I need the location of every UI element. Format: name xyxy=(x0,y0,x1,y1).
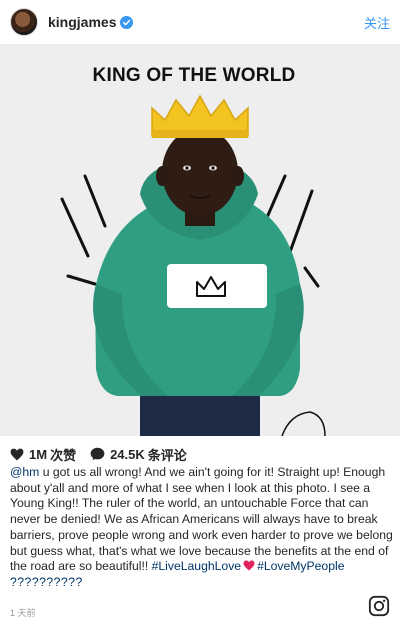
follow-button[interactable]: 关注 xyxy=(364,13,390,32)
caption-unrendered-emoji: ?????????? xyxy=(10,574,83,589)
caption-body: u got us all wrong! And we ain't going f… xyxy=(10,465,393,574)
caption-mention[interactable]: @hm xyxy=(10,465,39,479)
instagram-icon[interactable] xyxy=(368,595,390,617)
likes-label: 次赞 xyxy=(50,447,77,463)
likes-count: 1M xyxy=(29,446,48,462)
comments-count: 24.5K xyxy=(110,446,145,462)
heart-icon[interactable] xyxy=(10,448,24,461)
username[interactable]: kingjames xyxy=(48,14,116,30)
comment-bubble-icon[interactable] xyxy=(90,447,105,461)
post-photo[interactable]: KING OF THE WORLD xyxy=(0,44,400,436)
post-caption: @hm u got us all wrong! And we ain't goi… xyxy=(10,465,394,591)
photo-illustration xyxy=(60,94,326,436)
red-heart-emoji-icon xyxy=(243,560,255,571)
engagement-row: 1M 次赞 24.5K 条评论 xyxy=(10,445,187,463)
comments-label: 条评论 xyxy=(147,447,187,463)
hashtag-lovemypeople[interactable]: #LoveMyPeople xyxy=(257,559,344,573)
post-header: kingjames 关注 xyxy=(0,0,400,44)
hashtag-livelaughlove[interactable]: #LiveLaughLove xyxy=(152,559,241,573)
verified-badge-icon xyxy=(120,15,134,29)
post-timestamp: 1 天前 xyxy=(10,608,36,618)
avatar[interactable] xyxy=(10,8,38,36)
